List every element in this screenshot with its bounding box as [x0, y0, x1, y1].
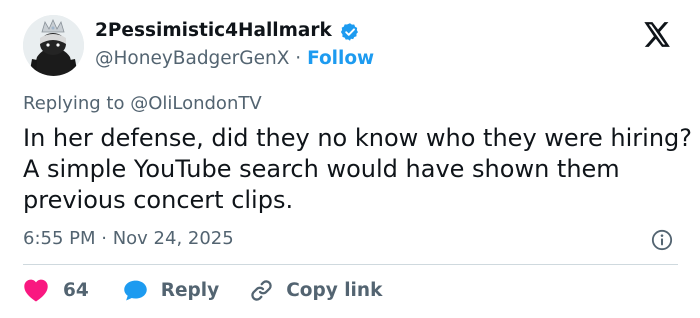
action-bar: 64 Reply Copy link: [23, 275, 382, 305]
link-icon: [251, 279, 272, 301]
copy-link-label: Copy link: [286, 279, 383, 301]
tweet-time: 6:55 PM: [23, 228, 96, 249]
reply-button[interactable]: Reply: [123, 279, 219, 302]
replying-prefix: Replying to: [23, 93, 131, 114]
verified-badge-icon: [340, 23, 358, 41]
divider: [23, 264, 678, 265]
separator: ·: [289, 48, 308, 69]
mention-link[interactable]: @OliLondonTV: [130, 93, 261, 114]
display-name[interactable]: 2Pessimistic4Hallmark: [95, 20, 332, 41]
tweet-text: In her defense, did they no know who the…: [23, 124, 692, 214]
timestamp[interactable]: 6:55 PM · Nov 24, 2025: [23, 228, 234, 249]
like-count: 64: [63, 279, 89, 301]
heart-icon: [24, 279, 48, 302]
separator: ·: [95, 228, 113, 249]
replying-to: Replying to @OliLondonTV: [23, 93, 262, 114]
avatar[interactable]: [23, 15, 84, 76]
honey-badger-avatar-image: [23, 15, 84, 76]
reply-label: Reply: [160, 279, 220, 301]
copy-link-button[interactable]: Copy link: [249, 278, 382, 303]
like-button[interactable]: 64: [23, 278, 89, 302]
x-logo-icon[interactable]: [644, 22, 671, 47]
info-icon[interactable]: [651, 229, 673, 251]
tweet-date: Nov 24, 2025: [112, 228, 234, 249]
follow-button[interactable]: Follow: [307, 48, 374, 69]
handle[interactable]: @HoneyBadgerGenX: [95, 48, 289, 69]
speech-bubble-icon: [124, 280, 147, 300]
author-meta: @HoneyBadgerGenX · Follow: [95, 48, 374, 69]
